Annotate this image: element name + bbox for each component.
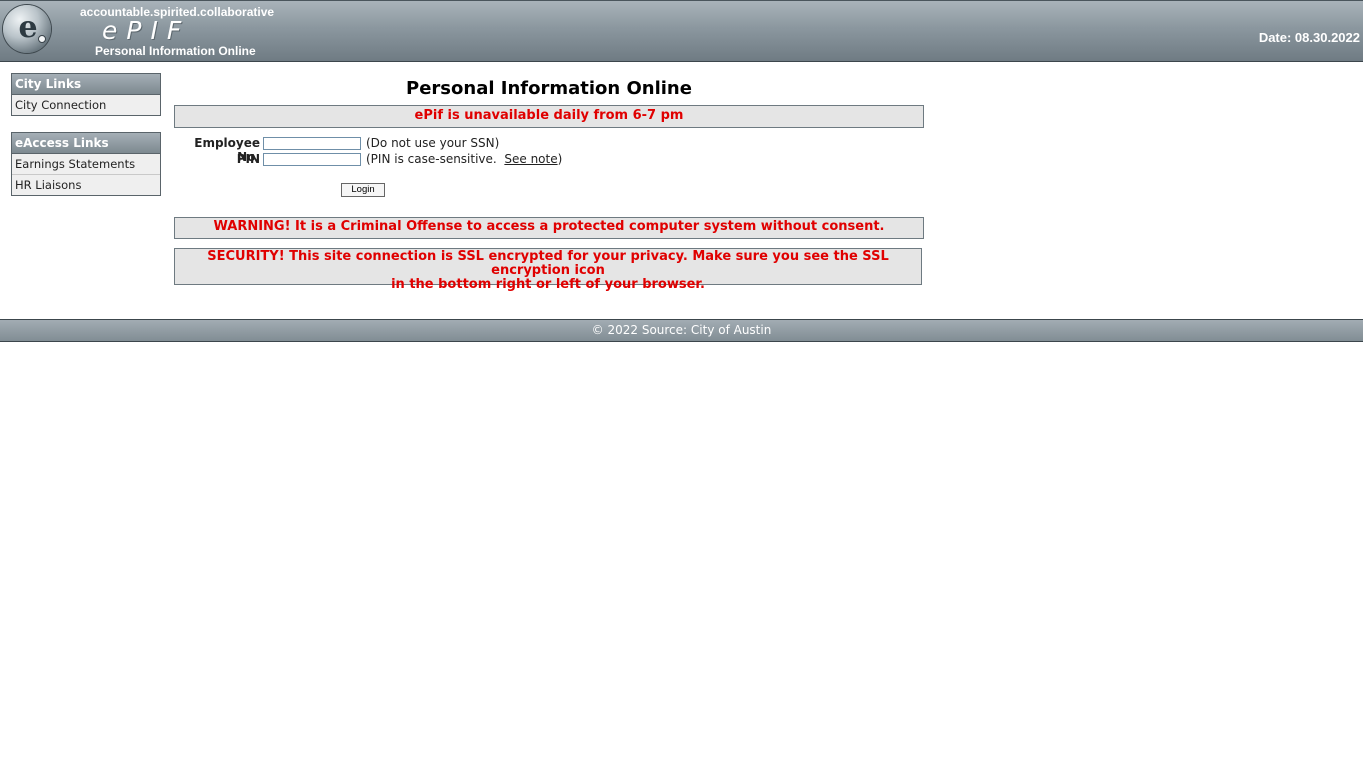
epif-logo-icon[interactable]: e [3, 5, 51, 53]
warning-notice: WARNING! It is a Criminal Offense to acc… [174, 217, 924, 239]
see-note-link[interactable]: See note [504, 152, 557, 166]
logo-dot-icon [38, 35, 46, 43]
sidebar-item-hr-liaisons[interactable]: HR Liaisons [12, 175, 160, 195]
pin-input[interactable] [263, 153, 361, 166]
footer-bar: © 2022 Source: City of Austin [0, 319, 1363, 342]
city-links-heading: City Links [12, 74, 160, 95]
security-notice: SECURITY! This site connection is SSL en… [174, 248, 922, 292]
city-links-panel: City Links City Connection [11, 73, 161, 116]
pin-hint-close: ) [557, 152, 563, 166]
security-notice-line-2: in the bottom right or left of your brow… [391, 277, 705, 292]
sidebar-item-earnings-statements[interactable]: Earnings Statements [12, 154, 160, 175]
availability-notice: ePif is unavailable daily from 6-7 pm [174, 105, 924, 128]
eaccess-links-heading: eAccess Links [12, 133, 160, 154]
eaccess-links-panel: eAccess Links Earnings Statements HR Lia… [11, 132, 161, 196]
current-date: Date: 08.30.2022 [1258, 30, 1360, 45]
pin-label: PIN [236, 152, 260, 166]
header-subtitle: Personal Information Online [95, 44, 256, 58]
employee-number-hint: (Do not use your SSN) [366, 136, 500, 150]
login-button[interactable]: Login [341, 183, 385, 197]
logo-letter-e: e [18, 10, 37, 45]
pin-hint: (PIN is case-sensitive. See note) [366, 152, 562, 166]
pin-hint-text: (PIN is case-sensitive. [366, 152, 497, 166]
page-title: Personal Information Online [406, 78, 692, 99]
brand-name: ePIF [102, 16, 191, 45]
security-notice-line-1: SECURITY! This site connection is SSL en… [207, 249, 889, 278]
employee-number-input[interactable] [263, 137, 361, 150]
sidebar-item-city-connection[interactable]: City Connection [12, 95, 160, 115]
header-banner: e accountable.spirited.collaborative ePI… [0, 0, 1363, 62]
